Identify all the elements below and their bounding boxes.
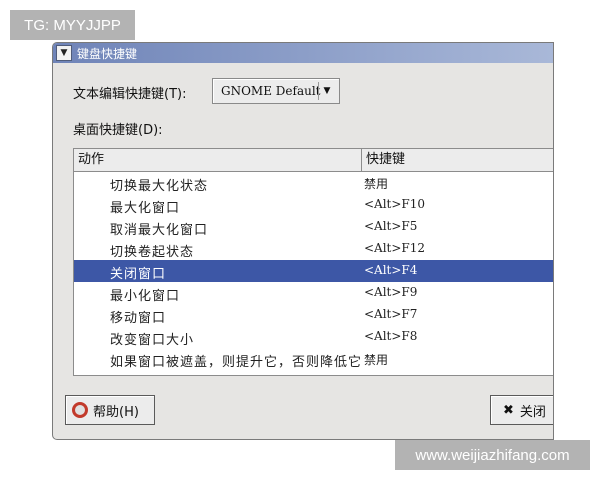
watermark-top: TG: MYYJJPP xyxy=(10,10,135,40)
text-editing-shortcuts-label: 文本编辑快捷键(T): xyxy=(73,87,187,102)
row-shortcut: <Alt>F4 xyxy=(364,263,418,277)
row-shortcut: <Alt>F12 xyxy=(364,241,426,255)
row-action: 切换最大化状态 xyxy=(110,179,209,194)
column-header-shortcut[interactable]: 快捷键 xyxy=(362,149,553,171)
table-row[interactable]: 移动窗口 <Alt>F7 xyxy=(74,304,553,326)
table-row[interactable]: 取消最大化窗口 <Alt>F5 xyxy=(74,216,553,238)
help-button-label: 帮助(H) xyxy=(93,404,139,420)
row-action: 移动窗口 xyxy=(110,311,167,326)
row-shortcut: <Alt>F5 xyxy=(364,219,418,233)
row-action: 切换卷起状态 xyxy=(110,245,195,260)
chevron-down-icon[interactable]: ▼ xyxy=(56,45,72,61)
close-button[interactable]: ✖ 关闭 xyxy=(490,395,553,425)
column-header-action[interactable]: 动作 xyxy=(74,149,362,171)
row-shortcut: <Alt>F8 xyxy=(364,329,418,343)
table-row[interactable]: 如果窗口被遮盖，则提升它，否则降低它 禁用 xyxy=(74,348,553,370)
close-x-icon: ✖ xyxy=(503,402,514,418)
row-shortcut: <Alt>F7 xyxy=(364,307,418,321)
row-action: 改变窗口大小 xyxy=(110,333,195,348)
row-action: 最大化窗口 xyxy=(110,201,181,216)
close-button-label: 关闭 xyxy=(519,404,546,420)
text-editing-shortcuts-select[interactable]: GNOME Default ▼ xyxy=(212,78,340,104)
table-row[interactable]: 关闭窗口 <Alt>F4 xyxy=(74,260,553,282)
row-shortcut: 禁用 xyxy=(364,177,389,191)
table-header: 动作 快捷键 xyxy=(74,149,553,172)
row-action: 如果窗口被遮盖，则提升它，否则降低它 xyxy=(110,355,363,370)
window-title: 键盘快捷键 xyxy=(77,47,138,61)
row-action: 最小化窗口 xyxy=(110,289,181,304)
table-row[interactable]: 最小化窗口 <Alt>F9 xyxy=(74,282,553,304)
keyboard-shortcuts-dialog: ▼ 键盘快捷键 文本编辑快捷键(T): GNOME Default ▼ 桌面快捷… xyxy=(52,42,554,440)
row-shortcut: <Alt>F9 xyxy=(364,285,418,299)
table-row[interactable]: 切换卷起状态 <Alt>F12 xyxy=(74,238,553,260)
title-bar[interactable]: ▼ 键盘快捷键 xyxy=(53,43,553,63)
table-row[interactable]: 改变窗口大小 <Alt>F8 xyxy=(74,326,553,348)
row-action: 取消最大化窗口 xyxy=(110,223,209,238)
watermark-bottom: www.weijiazhifang.com xyxy=(395,440,590,470)
table-row[interactable]: 最大化窗口 <Alt>F10 xyxy=(74,194,553,216)
desktop-shortcuts-label: 桌面快捷键(D): xyxy=(73,123,163,138)
table-row[interactable]: 切换最大化状态 禁用 xyxy=(74,172,553,194)
selected-value: GNOME Default xyxy=(221,84,321,98)
row-action: 关闭窗口 xyxy=(110,267,167,282)
row-shortcut: <Alt>F10 xyxy=(364,197,426,211)
shortcuts-table: 动作 快捷键 切换最大化状态 禁用 最大化窗口 <Alt>F10 取消最大化窗口 <Alt… xyxy=(73,148,553,376)
row-shortcut: 禁用 xyxy=(364,353,389,367)
help-button[interactable]: 帮助(H) xyxy=(65,395,155,425)
lifebuoy-icon xyxy=(72,402,88,418)
dropdown-arrow-icon[interactable]: ▼ xyxy=(318,82,335,100)
